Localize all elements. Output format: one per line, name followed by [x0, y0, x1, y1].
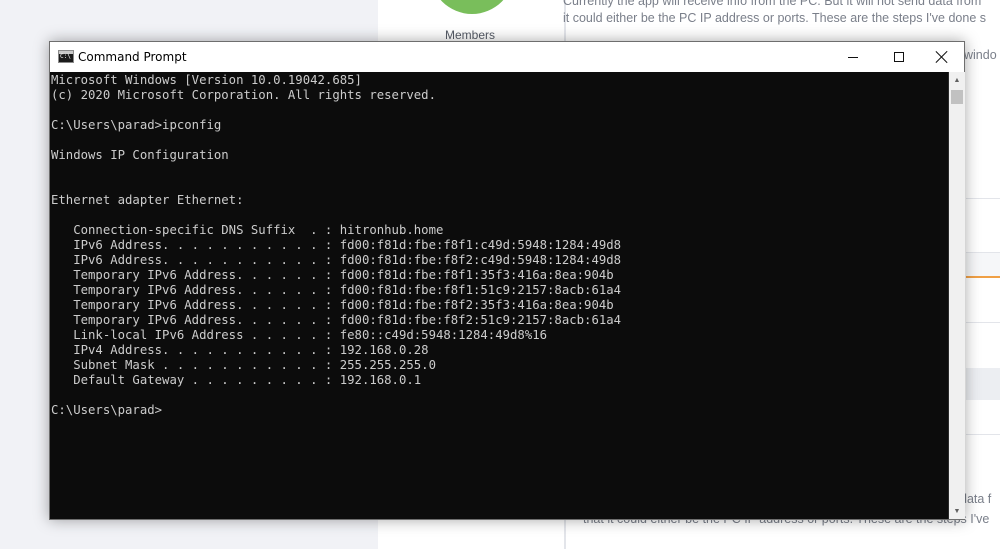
members-label[interactable]: Members	[430, 28, 510, 42]
panel-strip	[966, 368, 1000, 400]
divider	[966, 198, 1000, 199]
arrow-up-icon: ▲	[953, 76, 961, 84]
scroll-down-button[interactable]: ▼	[949, 503, 965, 519]
maximize-button[interactable]	[876, 42, 922, 72]
close-icon	[936, 51, 948, 63]
arrow-down-icon: ▼	[953, 507, 961, 515]
post-text-fragment: windo	[964, 48, 997, 62]
console-text[interactable]: Microsoft Windows [Version 10.0.19042.68…	[51, 73, 621, 418]
active-tab-strip	[966, 252, 1000, 278]
minimize-icon	[848, 56, 858, 58]
command-prompt-window[interactable]: Command Prompt Microsoft Windows [Versio…	[49, 41, 965, 520]
cmd-icon[interactable]	[58, 50, 74, 63]
vertical-scrollbar[interactable]: ▲ ▼	[948, 72, 965, 519]
close-button[interactable]	[920, 42, 964, 72]
console-output[interactable]: Microsoft Windows [Version 10.0.19042.68…	[50, 72, 948, 519]
divider	[966, 434, 1000, 435]
post-text-line: Currently the app will receive info from…	[563, 0, 982, 8]
divider	[966, 322, 1000, 323]
scrollbar-thumb[interactable]	[951, 90, 963, 104]
scrollbar-track[interactable]	[949, 88, 965, 503]
window-title: Command Prompt	[78, 50, 187, 64]
scroll-up-button[interactable]: ▲	[949, 72, 965, 88]
minimize-button[interactable]	[830, 42, 876, 72]
title-bar[interactable]: Command Prompt	[50, 42, 964, 72]
post-text-line: it could either be the PC IP address or …	[563, 11, 986, 25]
maximize-icon	[894, 52, 904, 62]
